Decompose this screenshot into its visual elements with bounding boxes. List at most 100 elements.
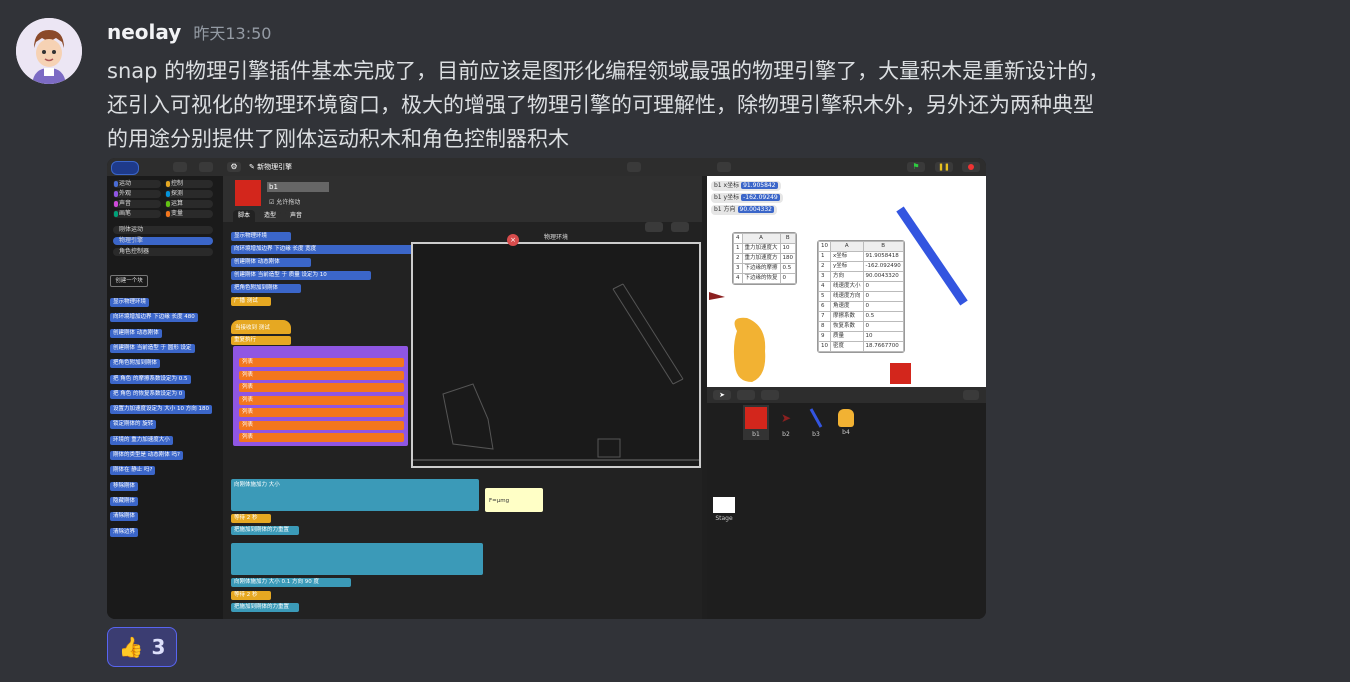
stage-thumb[interactable]: Stage (711, 495, 737, 522)
table-row: 4 线速度大小 0 (818, 281, 904, 292)
palette-block[interactable]: 向环境增加边界 下边缘 长度 480 (110, 313, 198, 323)
category-button[interactable]: 运算 (165, 200, 213, 208)
table-row: 10 密度 18.7667700 (818, 341, 904, 352)
repeat-block[interactable]: 重复执行 (231, 336, 291, 345)
palette-block[interactable]: 把 角色 的恢复系数设定为 0 (110, 389, 186, 399)
sprite-corral-toolbar: ➤ (707, 387, 986, 403)
green-flag-button[interactable]: ⚑ (907, 162, 925, 172)
table-row: 3 方向 90.0043320 (818, 271, 904, 282)
scripting-area[interactable]: 显示物理环境 向环境增加边界 下边缘 长度 宽度 创建刚体 动态刚体 创建刚体 … (223, 222, 702, 619)
palette-block[interactable]: 把 角色 的摩擦系数设定为 0.5 (110, 374, 191, 384)
sprite-name-field[interactable]: b1 (267, 182, 329, 192)
category-button[interactable]: 外观 (113, 190, 161, 198)
user-avatar[interactable] (16, 18, 82, 84)
apply-force-small-block[interactable]: 向刚体施加力 大小 0.1 方向 90 度 (231, 578, 351, 587)
undo-icon[interactable] (645, 222, 663, 232)
variable-watcher[interactable]: b1 y坐标 -162.09249 (711, 193, 783, 203)
library-item[interactable]: 刚体运动 (113, 226, 213, 234)
image-attachment[interactable]: ⚙ ✎ 新物理引擎 ⚑ ❚❚ 运动 控制 外观 探测 声音 运算 画笔 变量 刚体运动 物理引… (107, 158, 986, 619)
sprite-thumb-b4[interactable]: b4 (833, 405, 859, 436)
pause-button[interactable]: ❚❚ (935, 162, 953, 172)
stage-size-icon[interactable] (627, 162, 641, 172)
tab-scripts[interactable]: 脚本 (233, 210, 256, 222)
palette-block[interactable]: 环境的 重力加速度大小 (110, 435, 173, 445)
list-row-block[interactable]: 列表 (239, 433, 404, 442)
category-button[interactable]: 控制 (165, 180, 213, 188)
thumbs-up-icon: 👍 (118, 635, 144, 659)
list-row-block[interactable]: 列表 (239, 395, 404, 405)
library-item[interactable]: 物理引擎 (113, 237, 213, 245)
list-row-block[interactable]: 列表 (239, 408, 404, 417)
palette-block[interactable]: 创建刚体 动态刚体 (110, 328, 162, 338)
wait-block[interactable]: 等待 2 秒 (231, 514, 271, 523)
apply-force-block[interactable]: 向刚体施加力 大小 (231, 479, 479, 511)
category-button[interactable]: 画笔 (113, 210, 161, 218)
keyboard-icon[interactable] (671, 222, 689, 232)
variable-watcher[interactable]: b1 方向 90.004332 (711, 205, 777, 215)
comment-box[interactable]: F=μmg (485, 488, 543, 512)
list-row-block[interactable]: 列表 (239, 420, 404, 430)
arrow-icon[interactable]: ➤ (713, 390, 731, 400)
category-color-icon (166, 201, 170, 207)
close-window-icon[interactable]: × (507, 234, 519, 246)
clear-force-block[interactable]: 把施加到刚体的力重置 (231, 526, 299, 535)
file-icon[interactable] (173, 162, 187, 172)
draggable-checkbox[interactable]: ☑ 允许拖动 (269, 197, 300, 206)
trash-icon[interactable] (963, 390, 979, 400)
table-row: 8 恢复系数 0 (818, 321, 904, 332)
stop-button[interactable] (962, 162, 980, 172)
tab-sounds[interactable]: 声音 (285, 210, 308, 222)
camera-icon[interactable] (761, 390, 779, 400)
palette-block[interactable]: 移除刚体 (110, 481, 139, 491)
category-button[interactable]: 声音 (113, 200, 161, 208)
stage[interactable]: b1 x坐标 91.905842 b1 y坐标 -162.09249 b1 方向 90.0… (707, 176, 986, 387)
apply-force-block[interactable] (231, 543, 483, 575)
cloud-icon[interactable] (199, 162, 213, 172)
script-block[interactable]: 向环境增加边界 下边缘 长度 宽度 (231, 245, 431, 254)
variable-watcher[interactable]: b1 x坐标 91.905842 (711, 181, 781, 191)
script-block[interactable]: 创建刚体 当前造型 于 质量 设定为 10 (231, 271, 371, 280)
category-button[interactable]: 探测 (165, 190, 213, 198)
table-row: 2 重力加速度方 180 (733, 253, 796, 264)
sprite-thumb-b3[interactable]: b3 (803, 405, 829, 438)
tab-costumes[interactable]: 造型 (259, 210, 282, 222)
reaction-thumbs-up[interactable]: 👍 3 (107, 627, 177, 667)
palette-block[interactable]: 刚体的类型是 动态刚体 吗? (110, 451, 183, 460)
username[interactable]: neolay (107, 20, 181, 44)
sprite-thumb-b1[interactable]: b1 (743, 405, 769, 440)
wait-block[interactable]: 等待 2 秒 (231, 591, 271, 600)
table-watcher[interactable]: 4 A B 1 重力加速度大 10 2 重力加速度方 180 3 下边缘的摩擦 0.5 4 下边缘的恢复 0 (732, 232, 798, 285)
paintbrush-icon[interactable] (737, 390, 755, 400)
palette-block[interactable]: 创建刚体 当前造型 于 圆形 设定 (110, 343, 195, 353)
category-button[interactable]: 变量 (165, 210, 213, 218)
palette-block[interactable]: 清除刚体 (110, 512, 139, 522)
palette-block[interactable]: 隐藏刚体 (110, 496, 139, 506)
snap-logo (111, 161, 139, 175)
script-block[interactable]: 把角色附加到刚体 (231, 284, 301, 293)
script-block[interactable]: 创建刚体 动态刚体 (231, 258, 311, 267)
list-row-block[interactable]: 列表 (239, 383, 404, 392)
clear-force-block[interactable]: 把施加到刚体的力重置 (231, 603, 299, 612)
hat-block[interactable]: 当接收到 测试 (231, 320, 291, 334)
table-row: 9 质量 10 (818, 331, 904, 342)
sprite-thumb-b2[interactable]: ➤ b2 (773, 405, 799, 438)
table-watcher[interactable]: 10 A B 1 x坐标 91.9058418 2 y坐标 -162.092490 3 方向 90.0… (817, 240, 905, 353)
palette-block[interactable]: 刚体在 静止 吗? (110, 466, 156, 476)
settings-icon[interactable]: ⚙ (227, 162, 241, 172)
editor-tabs: 脚本 造型 声音 (223, 210, 702, 222)
palette-block[interactable]: 显示物理环境 (110, 298, 150, 307)
script-block[interactable]: 显示物理环境 (231, 232, 291, 241)
table-row: 3 下边缘的摩擦 0.5 (733, 263, 796, 274)
list-row-block[interactable]: 列表 (239, 358, 404, 367)
make-block-button[interactable]: 创建一个块 (110, 275, 148, 287)
category-button[interactable]: 运动 (113, 180, 161, 188)
palette-block[interactable]: 设置力加速度设定为 大小 10 方向 180 (110, 405, 212, 415)
palette-block[interactable]: 把角色附加到刚体 (110, 359, 161, 369)
list-row-block[interactable]: 列表 (239, 370, 404, 380)
fullscreen-icon[interactable] (717, 162, 731, 172)
library-item[interactable]: 角色控制器 (113, 248, 213, 256)
palette-block[interactable]: 锁定刚体的 旋转 (110, 420, 157, 430)
physics-environment-window[interactable]: 物理环境 (411, 234, 701, 468)
palette-block[interactable]: 清除边界 (110, 527, 139, 537)
script-block[interactable]: 广播 测试 (231, 297, 271, 306)
